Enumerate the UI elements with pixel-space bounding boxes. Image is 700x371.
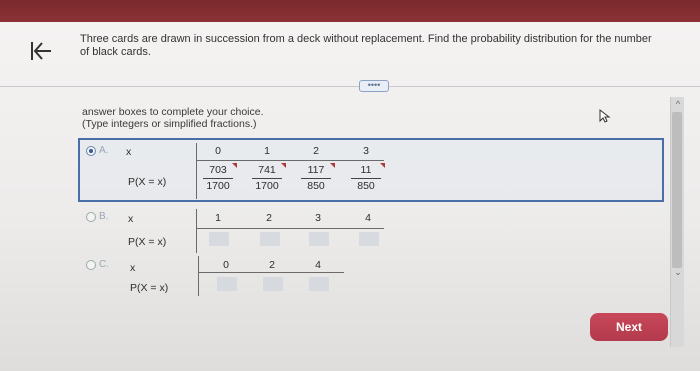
probability-input-x3[interactable]: 11 850: [347, 163, 385, 193]
option-c-radio[interactable]: [86, 260, 96, 270]
question-text: Three cards are drawn in succession from…: [80, 33, 652, 58]
option-a-x-value: 2: [313, 145, 319, 157]
denominator: 1700: [206, 180, 230, 192]
instructions: answer boxes to complete your choice. (T…: [82, 106, 342, 130]
option-b-input-x2[interactable]: [260, 232, 280, 246]
option-a-x-value: 0: [215, 145, 221, 157]
option-b-x-value: 2: [266, 212, 272, 224]
option-b-radio[interactable]: [86, 212, 96, 222]
option-b-px-label: P(X = x): [128, 236, 167, 248]
option-a-column-divider: [196, 143, 197, 199]
option-c-input-x4[interactable]: [309, 277, 329, 291]
pointer-cursor-icon: [599, 108, 611, 123]
option-c-x-label: x: [130, 262, 136, 274]
next-button[interactable]: Next: [590, 313, 668, 341]
option-b-header-line: [196, 228, 384, 229]
numerator: 11: [360, 164, 372, 176]
numerator: 741: [258, 164, 276, 176]
option-c-input-x0[interactable]: [217, 277, 237, 291]
option-c-x-value: 2: [269, 259, 275, 271]
expand-more-button[interactable]: ••••: [359, 80, 389, 92]
chevron-up-icon[interactable]: ^: [673, 99, 683, 109]
option-b-letter: B.: [99, 211, 109, 222]
denominator: 850: [307, 180, 325, 192]
scrollbar-thumb[interactable]: [672, 112, 682, 268]
option-c-x-value: 0: [223, 259, 229, 271]
option-a-header-line: [196, 160, 384, 161]
option-b-input-x1[interactable]: [209, 232, 229, 246]
numerator: 117: [307, 164, 325, 176]
option-a-x-label: x: [126, 146, 132, 158]
option-a-letter: A.: [99, 145, 109, 156]
back-arrow-icon[interactable]: [28, 38, 54, 64]
option-b-column-divider: [196, 209, 197, 253]
option-b-x-value: 4: [365, 212, 371, 224]
probability-input-x0[interactable]: 703 1700: [199, 163, 237, 193]
option-c-letter: C.: [99, 259, 109, 270]
denominator: 1700: [255, 180, 279, 192]
option-b-input-x4[interactable]: [359, 232, 379, 246]
chevron-down-icon[interactable]: ⌄: [673, 267, 683, 277]
option-b-input-x3[interactable]: [309, 232, 329, 246]
top-bar: [0, 0, 700, 22]
numerator: 703: [209, 164, 227, 176]
probability-input-x1[interactable]: 741 1700: [248, 163, 286, 193]
option-a-x-value: 1: [264, 145, 270, 157]
option-a-x-value: 3: [363, 145, 369, 157]
option-a-radio[interactable]: [86, 146, 96, 156]
instructions-line-2: (Type integers or simplified fractions.): [82, 118, 257, 130]
option-c-column-divider: [198, 256, 199, 296]
option-c-input-x2[interactable]: [263, 277, 283, 291]
option-a-px-label: P(X = x): [128, 176, 167, 188]
probability-input-x2[interactable]: 117 850: [297, 163, 335, 193]
option-b-x-value: 3: [315, 212, 321, 224]
option-c-header-line: [198, 272, 344, 273]
option-c-px-label: P(X = x): [130, 282, 169, 294]
option-b-x-label: x: [128, 213, 134, 225]
option-c-x-value: 4: [315, 259, 321, 271]
option-b-x-value: 1: [215, 212, 221, 224]
instructions-line-1: answer boxes to complete your choice.: [82, 106, 264, 118]
divider: [0, 86, 700, 87]
denominator: 850: [357, 180, 375, 192]
